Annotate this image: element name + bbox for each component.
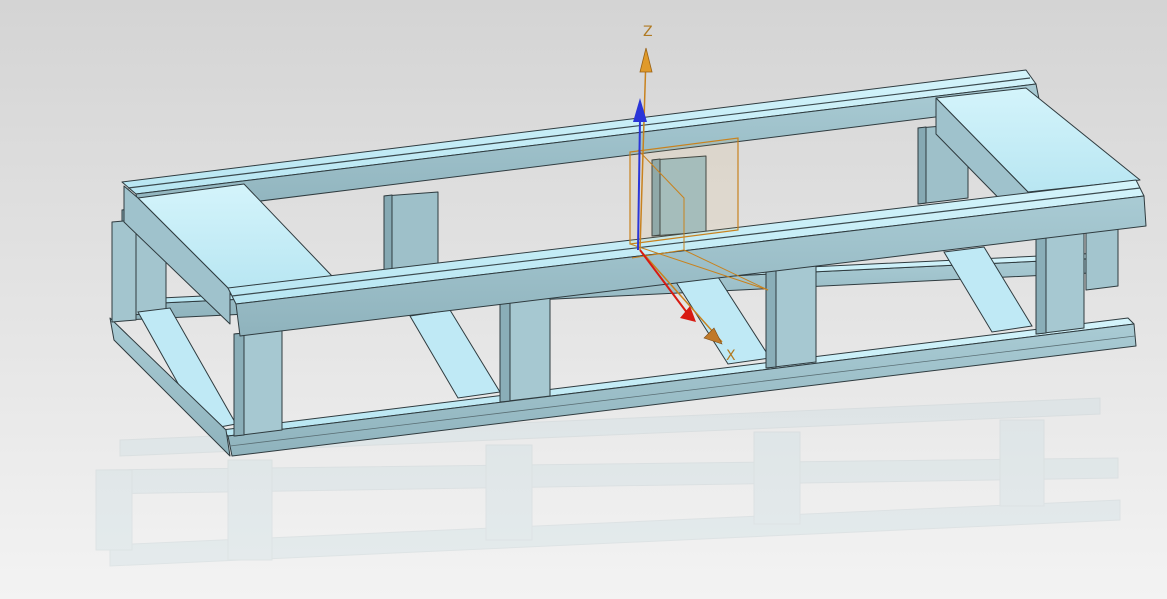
back-top-rail-top[interactable] — [121, 69, 1037, 195]
back-top-rail-groove — [127, 77, 1031, 189]
reflection-post-1 — [227, 459, 273, 561]
back-top-rail-face[interactable] — [135, 83, 1041, 217]
x-axis-label: X — [726, 348, 736, 364]
model-scene[interactable]: Z X — [0, 0, 1167, 599]
reflection-post-5 — [95, 469, 133, 551]
reflection-post-3 — [753, 431, 801, 525]
reflection-post-2 — [485, 444, 533, 541]
reflection-post-4 — [999, 419, 1045, 507]
front-post-4-side — [1035, 234, 1047, 335]
front-post-2-side — [499, 300, 511, 403]
bottom-cross-1[interactable] — [409, 309, 501, 399]
graphics-viewport[interactable]: Z X — [0, 0, 1167, 599]
back-post-3-side — [917, 126, 927, 205]
front-left-corner-post[interactable] — [111, 219, 137, 323]
back-post-1-side — [383, 194, 393, 273]
z-axis-label: Z — [643, 24, 653, 40]
front-post-1-side — [233, 332, 245, 437]
z-axis-arrow-icon[interactable] — [639, 47, 653, 73]
front-post-3-side — [765, 268, 777, 369]
